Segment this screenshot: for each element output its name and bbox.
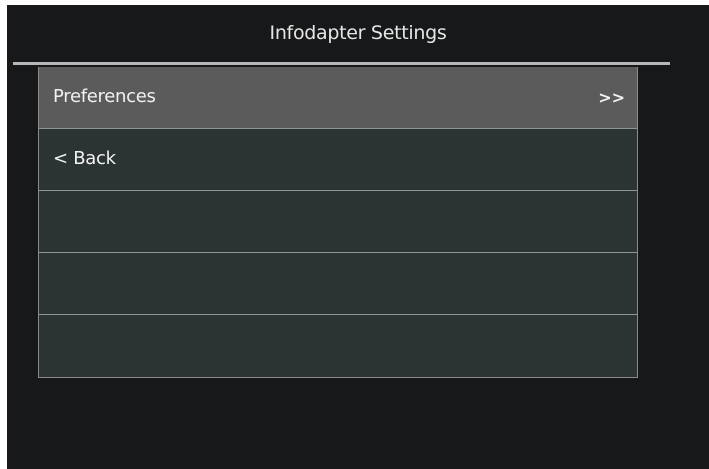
settings-menu: Preferences >> < Back bbox=[38, 67, 638, 378]
menu-item-back[interactable]: < Back bbox=[39, 129, 637, 191]
menu-item-empty[interactable] bbox=[39, 253, 637, 315]
menu-item-empty[interactable] bbox=[39, 315, 637, 376]
menu-item-label: Preferences bbox=[53, 86, 156, 107]
screen: Infodapter Settings Preferences >> < Bac… bbox=[7, 5, 709, 469]
title-divider bbox=[13, 62, 670, 65]
menu-item-empty[interactable] bbox=[39, 191, 637, 253]
page-title: Infodapter Settings bbox=[269, 22, 447, 44]
menu-item-label: < Back bbox=[53, 148, 116, 169]
double-chevron-right-icon: >> bbox=[598, 88, 625, 107]
menu-item-preferences[interactable]: Preferences >> bbox=[39, 67, 637, 129]
